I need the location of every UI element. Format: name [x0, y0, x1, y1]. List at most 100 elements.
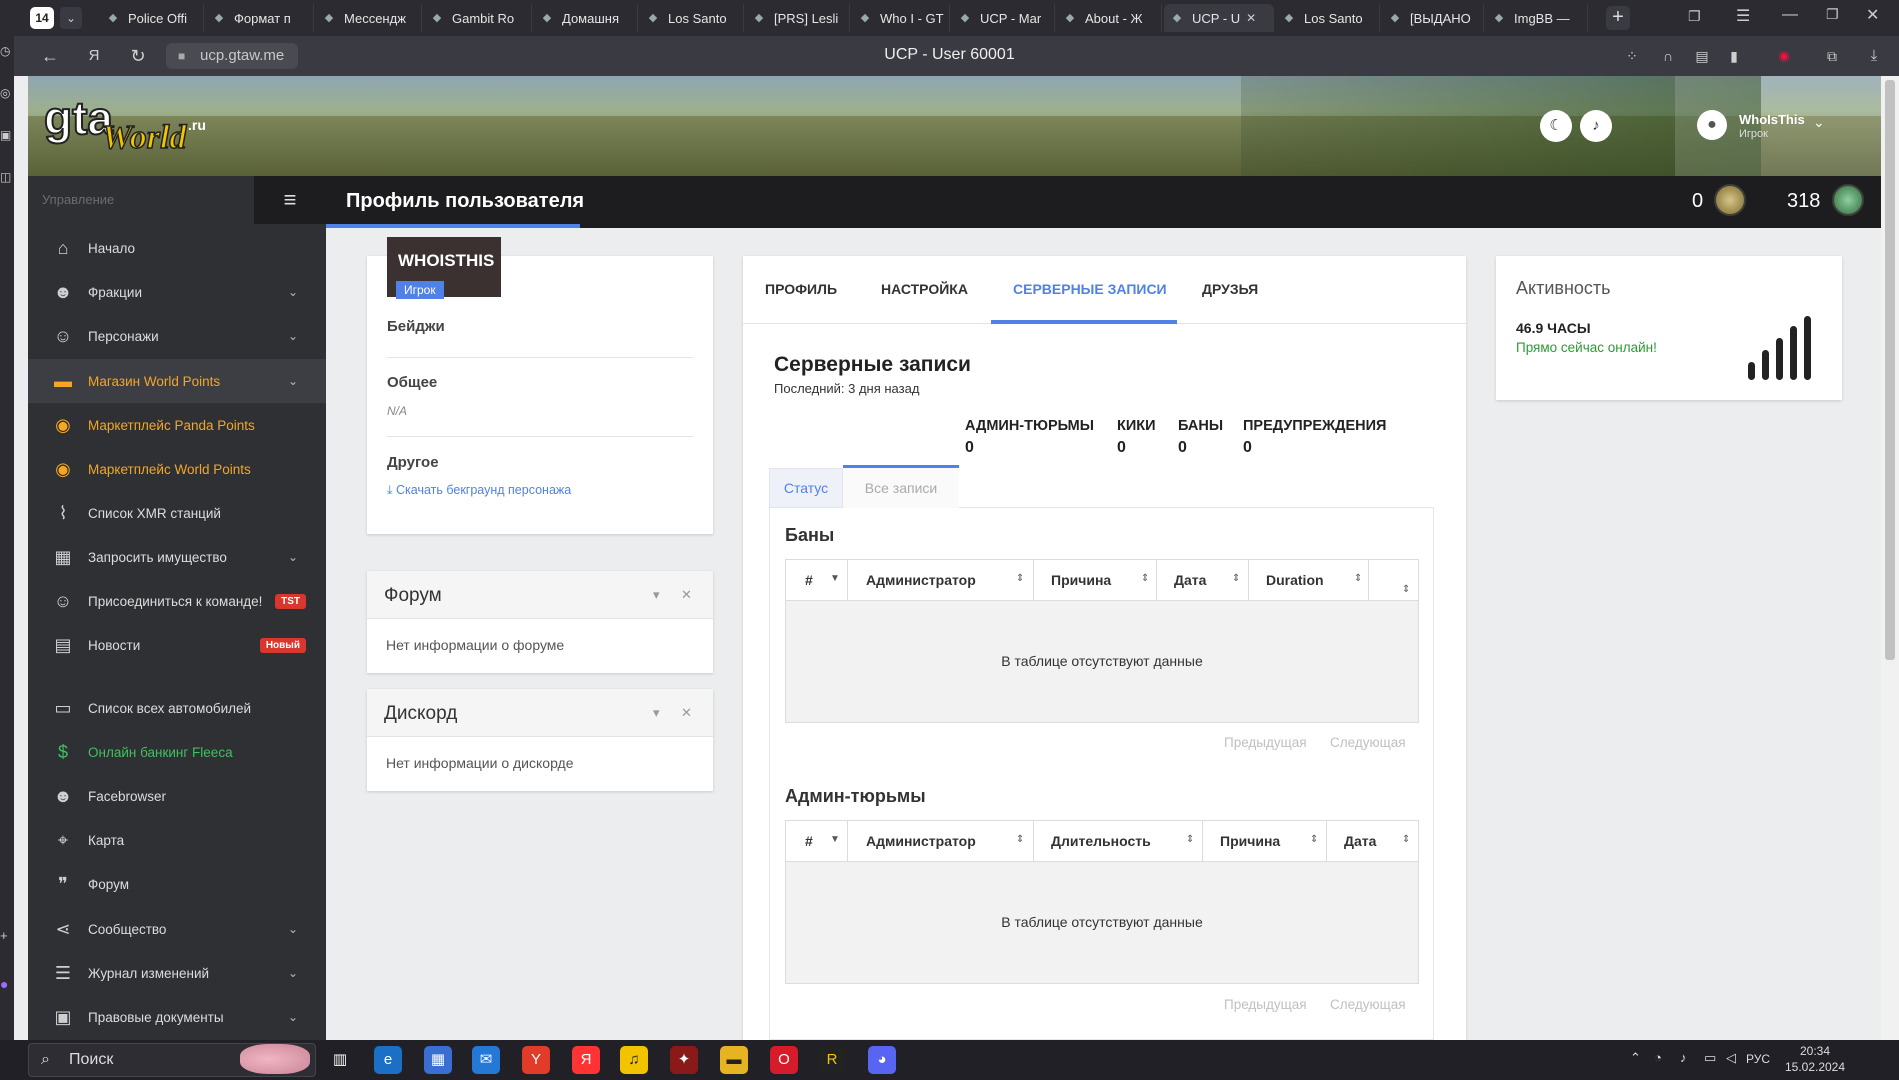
- side-panel-icon[interactable]: ◷: [0, 44, 10, 58]
- browser-tab[interactable]: ◆ UCP - Mar: [952, 4, 1055, 32]
- yandex-music-icon[interactable]: ♫: [620, 1046, 648, 1074]
- sidebar-item[interactable]: ☰ Журнал изменений ⌄: [28, 951, 326, 995]
- sidebar-item[interactable]: ▣ Правовые документы ⌄: [28, 995, 326, 1039]
- bell-icon[interactable]: ♪: [1580, 110, 1612, 142]
- vk-icon[interactable]: ◉: [1772, 44, 1796, 68]
- store-icon[interactable]: ▦: [424, 1046, 452, 1074]
- folder-icon[interactable]: ▬: [720, 1046, 748, 1074]
- browser-tab[interactable]: ◆ About - Ж: [1057, 4, 1162, 32]
- language-indicator[interactable]: РУС: [1746, 1052, 1770, 1066]
- tab-friends[interactable]: ДРУЗЬЯ: [1202, 281, 1258, 297]
- col-header[interactable]: Duration: [1266, 572, 1324, 588]
- col-header[interactable]: #: [805, 572, 813, 588]
- subtab-status[interactable]: Статус: [769, 468, 843, 508]
- app-icon[interactable]: ✦: [670, 1046, 698, 1074]
- yandex-icon[interactable]: Я: [572, 1046, 600, 1074]
- collapse-icon[interactable]: ▾: [653, 587, 660, 603]
- sidebar-item[interactable]: ❞ Форум: [28, 862, 326, 906]
- browser-tab[interactable]: ◆ [PRS] Lesli: [746, 4, 850, 32]
- side-panel-icon[interactable]: ▣: [0, 128, 11, 142]
- sort-icon[interactable]: ▼: [830, 573, 840, 584]
- sidebar-item[interactable]: ▬ Магазин World Points ⌄: [28, 359, 326, 403]
- close-icon[interactable]: ✕: [1866, 5, 1879, 25]
- mail-icon[interactable]: ✉: [472, 1046, 500, 1074]
- browser-tab[interactable]: ◆ Домашня: [534, 4, 638, 32]
- new-tab-icon[interactable]: +: [1606, 6, 1630, 30]
- sidebar-item[interactable]: ⌇ Список XMR станций: [28, 491, 326, 535]
- col-header[interactable]: Дата: [1174, 572, 1206, 588]
- chevron-down-icon[interactable]: ⌄: [288, 329, 298, 343]
- alice-icon[interactable]: ●: [0, 976, 8, 992]
- user-menu[interactable]: ● WhoIsThis Игрок ⌄: [1675, 76, 1881, 176]
- chevron-down-icon[interactable]: ⌄: [1813, 114, 1825, 131]
- next-button[interactable]: Следующая: [1330, 735, 1406, 750]
- browser-tab[interactable]: ◆ ImgBB —: [1486, 4, 1588, 32]
- bookmark-icon[interactable]: ▮: [1722, 44, 1746, 68]
- browser-tab[interactable]: ◆ Los Santo: [1276, 4, 1380, 32]
- menu-icon[interactable]: ☰: [1736, 6, 1750, 26]
- opera-icon[interactable]: O: [770, 1046, 798, 1074]
- sidebar-item[interactable]: ☺ Персонажи ⌄: [28, 314, 326, 358]
- col-header[interactable]: Причина: [1220, 833, 1280, 849]
- rockstar-icon[interactable]: R: [818, 1046, 846, 1074]
- sidebar-item[interactable]: ◉ Маркетплейс World Points: [28, 447, 326, 491]
- sidebar-item[interactable]: ◉ Маркетплейс Panda Points: [28, 403, 326, 447]
- download-icon[interactable]: ⤓: [1862, 44, 1886, 68]
- sidebar-item[interactable]: ▤ Новости Новый: [28, 623, 326, 667]
- next-button[interactable]: Следующая: [1330, 997, 1406, 1012]
- sort-icon[interactable]: ⇕: [1402, 834, 1410, 845]
- tray-icon[interactable]: ◔: [1654, 1050, 1662, 1065]
- sidebar-item[interactable]: $ Онлайн банкинг Fleeca: [28, 730, 326, 774]
- sort-icon[interactable]: ⇕: [1016, 573, 1024, 584]
- subtab-all-records[interactable]: Все записи: [843, 465, 959, 508]
- task-view-icon[interactable]: ▥: [326, 1046, 354, 1074]
- side-panel-icon[interactable]: ◎: [0, 86, 10, 100]
- tab-server-records[interactable]: СЕРВЕРНЫЕ ЗАПИСИ: [1013, 281, 1167, 297]
- extensions-icon[interactable]: ⧉: [1820, 44, 1844, 68]
- tab-profile[interactable]: ПРОФИЛЬ: [765, 281, 837, 297]
- browser-tab[interactable]: ◆ Who I - GT: [852, 4, 950, 32]
- tab-menu-icon[interactable]: ❐: [1688, 8, 1701, 25]
- chevron-down-icon[interactable]: ⌄: [288, 1010, 298, 1024]
- tray-chevron-icon[interactable]: ⌃: [1630, 1050, 1641, 1066]
- maximize-icon[interactable]: ❐: [1826, 6, 1839, 23]
- sort-icon[interactable]: ⇕: [1186, 834, 1194, 845]
- sort-icon[interactable]: ⇕: [1354, 573, 1362, 584]
- sort-icon[interactable]: ⇕: [1141, 573, 1149, 584]
- col-header[interactable]: Дата: [1344, 833, 1376, 849]
- volume-icon[interactable]: ◁: [1726, 1050, 1736, 1066]
- collections-icon[interactable]: ▤: [1690, 44, 1714, 68]
- sidebar-item[interactable]: ▭ Список всех автомобилей: [28, 686, 326, 730]
- chevron-down-icon[interactable]: ⌄: [60, 7, 82, 29]
- col-header[interactable]: Длительность: [1051, 833, 1151, 849]
- scrollbar-thumb[interactable]: [1885, 80, 1895, 660]
- sort-icon[interactable]: ⇕: [1310, 834, 1318, 845]
- chevron-down-icon[interactable]: ⌄: [288, 374, 298, 388]
- sidebar-item[interactable]: ⌖ Карта: [28, 818, 326, 862]
- browser-tab[interactable]: ◆ Gambit Ro: [424, 4, 532, 32]
- col-header[interactable]: #: [805, 833, 813, 849]
- sidebar-item[interactable]: ▦ Запросить имущество ⌄: [28, 535, 326, 579]
- mic-icon[interactable]: ♪: [1680, 1050, 1687, 1065]
- close-tab-icon[interactable]: ✕: [1246, 11, 1256, 25]
- hamburger-icon[interactable]: ≡: [254, 176, 326, 224]
- browser-tab[interactable]: ◆ Формат п: [206, 4, 314, 32]
- chevron-down-icon[interactable]: ⌄: [288, 285, 298, 299]
- add-panel-icon[interactable]: +: [0, 928, 8, 943]
- sidebar-item[interactable]: ☻ Фракции ⌄: [28, 270, 326, 314]
- sidebar-item[interactable]: ⋖ Сообщество ⌄: [28, 907, 326, 951]
- side-panel-icon[interactable]: ◫: [0, 170, 11, 184]
- browser-tab[interactable]: ◆ [ВЫДАНО: [1382, 4, 1484, 32]
- col-header[interactable]: Причина: [1051, 572, 1111, 588]
- dark-mode-icon[interactable]: ☾: [1540, 110, 1572, 142]
- close-icon[interactable]: ✕: [681, 705, 692, 721]
- col-header[interactable]: Администратор: [866, 572, 976, 588]
- minimize-icon[interactable]: —: [1782, 6, 1798, 24]
- sort-icon[interactable]: ⇕: [1232, 573, 1240, 584]
- edge-icon[interactable]: e: [374, 1046, 402, 1074]
- col-header[interactable]: Администратор: [866, 833, 976, 849]
- tab-count-badge[interactable]: 14: [30, 7, 54, 29]
- browser-tab[interactable]: ◆ Мессендж: [316, 4, 422, 32]
- headphones-icon[interactable]: ∩: [1656, 44, 1680, 68]
- chevron-down-icon[interactable]: ⌄: [288, 550, 298, 564]
